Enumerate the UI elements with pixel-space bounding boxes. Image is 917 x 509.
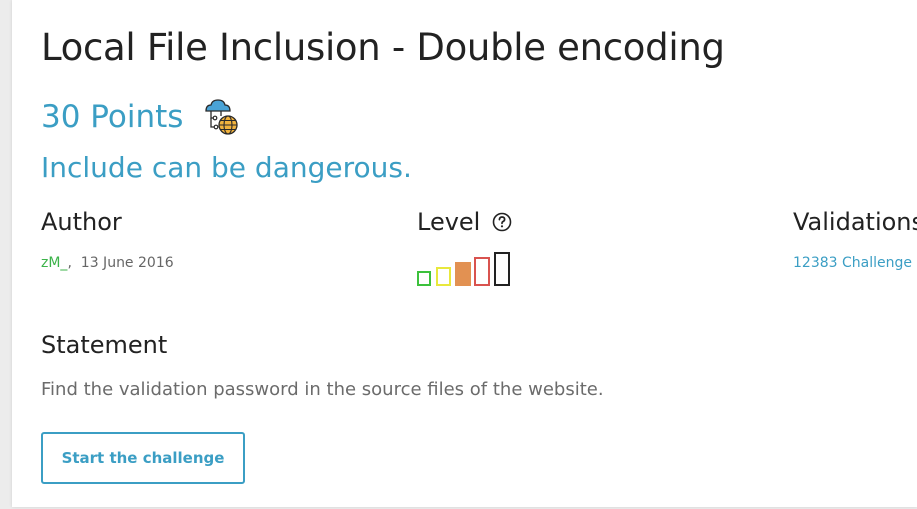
level-bar-5 [494,252,510,286]
challenge-subtitle: Include can be dangerous. [41,151,412,184]
start-challenge-button[interactable]: Start the challenge [41,432,245,484]
challenge-points: 30 Points [41,99,184,135]
points-row: 30 Points [41,96,241,138]
level-label-row: Level [417,208,512,236]
validations-link[interactable]: 12383 Challenge [793,255,912,271]
difficulty-level-bars [417,252,510,286]
challenge-card: Local File Inclusion - Double encoding 3… [12,0,917,507]
level-label: Level [417,208,481,236]
level-bar-3 [455,262,471,286]
level-bar-1 [417,271,431,286]
cloud-network-globe-icon [205,99,239,135]
author-link[interactable]: zM_ [41,255,67,271]
question-circle-icon[interactable] [492,212,512,232]
level-bar-4 [474,257,490,286]
challenge-title: Local File Inclusion - Double encoding [41,26,725,69]
statement-text: Find the validation password in the sour… [41,379,604,400]
author-separator: , [67,255,72,271]
author-label: Author [41,208,122,236]
level-bar-2 [436,267,451,286]
validations-label: Validations [793,208,917,236]
statement-heading: Statement [41,331,168,359]
publish-date: 13 June 2016 [80,255,174,271]
author-info: zM_, 13 June 2016 [41,255,174,271]
